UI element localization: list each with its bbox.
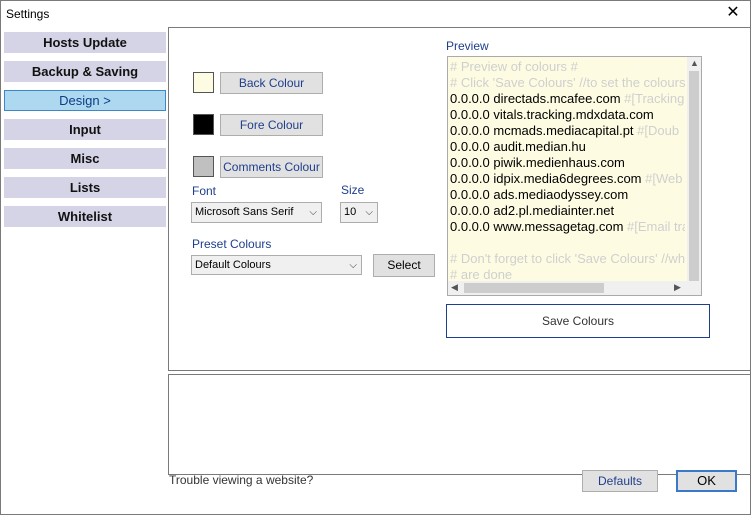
nav-item-design[interactable]: Design > — [4, 90, 166, 111]
preview-line-text: # Preview of colours # — [450, 59, 578, 74]
preview-line-text: 0.0.0.0 ad2.pl.mediainter.net — [450, 203, 615, 218]
preview-line: # are done — [450, 267, 685, 279]
comments-colour-swatch — [193, 156, 214, 177]
preview-line: 0.0.0.0 mcmads.mediacapital.pt #[Doub — [450, 123, 685, 139]
defaults-button[interactable]: Defaults — [582, 470, 658, 492]
title-bar: Settings ✕ — [1, 1, 750, 27]
preview-label: Preview — [446, 39, 489, 53]
vertical-scroll-thumb[interactable] — [689, 71, 699, 281]
preview-line-comment: #[Web — [645, 171, 683, 186]
preview-line-text: 0.0.0.0 mcmads.mediacapital.pt — [450, 123, 638, 138]
preview-line-text: 0.0.0.0 vitals.tracking.mdxdata.com — [450, 107, 654, 122]
preview-line-text: 0.0.0.0 www.messagetag.com — [450, 219, 628, 234]
comments-colour-button[interactable]: Comments Colour — [220, 156, 323, 178]
preview-line: 0.0.0.0 ad2.pl.mediainter.net — [450, 203, 685, 219]
help-link[interactable]: Trouble viewing a website? — [169, 473, 313, 487]
nav-item-input[interactable]: Input — [4, 119, 166, 140]
preview-line-text: 0.0.0.0 directads.mcafee.com — [450, 91, 625, 106]
horizontal-scroll-thumb[interactable] — [464, 283, 604, 293]
preview-text: # Preview of colours # # Click 'Save Colo… — [450, 59, 685, 279]
preview-line: 0.0.0.0 vitals.tracking.mdxdata.com — [450, 107, 685, 123]
preview-line: 0.0.0.0 directads.mcafee.com #[Tracking — [450, 91, 685, 107]
preset-colours-value: Default Colours — [195, 259, 271, 271]
preview-line: 0.0.0.0 ads.mediaodyssey.com — [450, 187, 685, 203]
scroll-left-icon[interactable]: ◀ — [451, 282, 458, 293]
preset-colours-select[interactable]: Default Colours ⌵ — [191, 255, 362, 275]
nav-item-lists[interactable]: Lists — [4, 177, 166, 198]
window-title: Settings — [6, 7, 50, 21]
preview-line: # Preview of colours # — [450, 59, 685, 75]
preview-line-text: # Don't forget to click 'Save Colours' /… — [450, 251, 685, 266]
ok-button[interactable]: OK — [676, 470, 737, 492]
preview-box[interactable]: # Preview of colours # # Click 'Save Colo… — [447, 56, 702, 296]
nav-item-misc[interactable]: Misc — [4, 148, 166, 169]
fore-colour-swatch — [193, 114, 214, 135]
preview-line: # Don't forget to click 'Save Colours' /… — [450, 251, 685, 267]
scroll-right-icon[interactable]: ▶ — [674, 282, 681, 293]
preview-horizontal-scrollbar[interactable]: ◀ ▶ — [448, 281, 689, 295]
select-preset-button[interactable]: Select — [373, 254, 435, 277]
preview-vertical-scrollbar[interactable]: ▲ — [687, 57, 701, 281]
back-colour-button[interactable]: Back Colour — [220, 72, 323, 94]
preview-line-text: 0.0.0.0 idpix.media6degrees.com — [450, 171, 646, 186]
preview-line: 0.0.0.0 audit.median.hu — [450, 139, 685, 155]
size-select[interactable]: 10 ⌵ — [340, 202, 378, 223]
fore-colour-button[interactable]: Fore Colour — [220, 114, 323, 136]
preview-line-text: # Click 'Save Colours' //to set the colo… — [450, 75, 685, 90]
font-select[interactable]: Microsoft Sans Serif ⌵ — [191, 202, 322, 223]
preview-line — [450, 235, 685, 251]
info-panel — [168, 374, 750, 475]
preview-line-comment: #[Doub — [637, 123, 680, 138]
preview-line: 0.0.0.0 www.messagetag.com #[Email tra — [450, 219, 685, 235]
preview-line-text: 0.0.0.0 piwik.medienhaus.com — [450, 155, 625, 170]
preview-line-text: 0.0.0.0 ads.mediaodyssey.com — [450, 187, 629, 202]
back-colour-swatch — [193, 72, 214, 93]
preview-line-text: # are done — [450, 267, 513, 279]
nav-item-backup-saving[interactable]: Backup & Saving — [4, 61, 166, 82]
preview-line-comment: #[Email tra — [627, 219, 685, 234]
chevron-down-icon: ⌵ — [349, 260, 357, 271]
size-label: Size — [341, 183, 365, 197]
font-select-value: Microsoft Sans Serif — [195, 206, 294, 218]
chevron-down-icon: ⌵ — [365, 207, 373, 218]
close-icon[interactable]: ✕ — [722, 3, 744, 23]
preset-colours-label: Preset Colours — [192, 237, 272, 251]
nav-item-whitelist[interactable]: Whitelist — [4, 206, 166, 227]
chevron-down-icon: ⌵ — [309, 207, 317, 218]
scrollbar-corner — [687, 281, 701, 295]
size-select-value: 10 — [344, 206, 357, 218]
preview-line: # Click 'Save Colours' //to set the colo… — [450, 75, 685, 91]
preview-line: 0.0.0.0 idpix.media6degrees.com #[Web — [450, 171, 685, 187]
preview-line-comment: #[Tracking — [624, 91, 685, 106]
nav-item-hosts-update[interactable]: Hosts Update — [4, 32, 166, 53]
save-colours-button[interactable]: Save Colours — [446, 304, 710, 338]
preview-line: 0.0.0.0 piwik.medienhaus.com — [450, 155, 685, 171]
scroll-up-icon[interactable]: ▲ — [690, 58, 699, 68]
preview-line-text: 0.0.0.0 audit.median.hu — [450, 139, 586, 154]
font-label: Font — [192, 184, 217, 198]
